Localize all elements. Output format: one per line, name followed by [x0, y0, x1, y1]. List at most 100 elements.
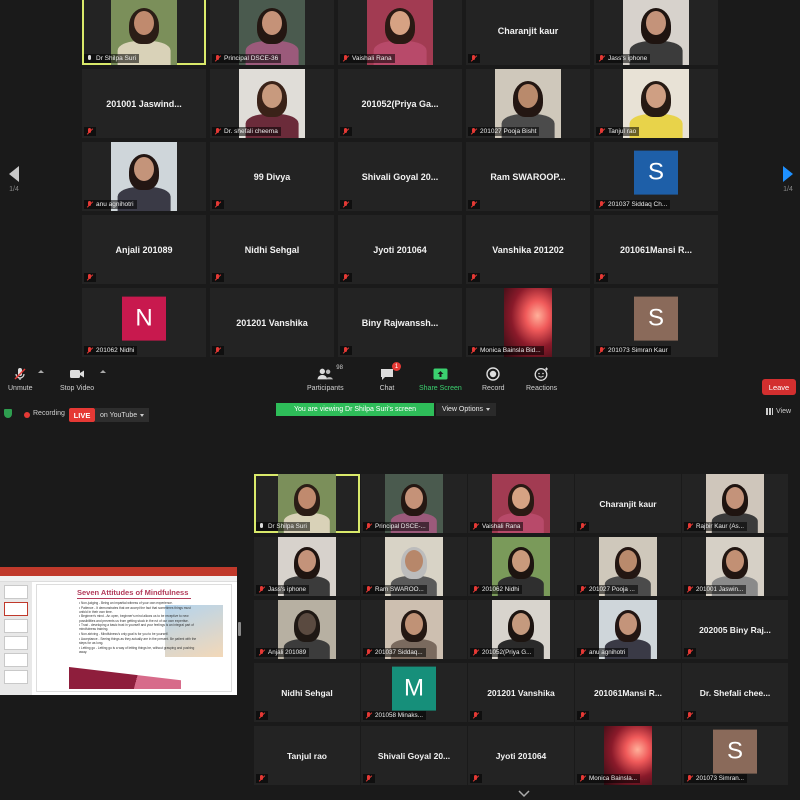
- participant-tile[interactable]: Anjali 201089: [254, 600, 360, 659]
- participant-tile[interactable]: Jass's iphone: [254, 537, 360, 596]
- participant-tile[interactable]: anu agnihotri: [82, 142, 206, 211]
- participant-label: [256, 774, 268, 783]
- participant-tile[interactable]: 201061Mansi R...: [594, 215, 718, 284]
- participant-tile[interactable]: 201062 Nidhi: [468, 537, 574, 596]
- participant-name: 201201 Vanshika: [236, 317, 308, 328]
- participant-tile[interactable]: Monica Bainsla Bid...: [466, 288, 590, 357]
- participant-tile[interactable]: 201027 Pooja ...: [575, 537, 681, 596]
- participant-tile[interactable]: Shivali Goyal 20...: [361, 726, 467, 785]
- participants-label: Participants: [307, 385, 344, 392]
- audio-options-caret-icon[interactable]: [38, 370, 44, 373]
- recording-dot-icon: [24, 412, 30, 418]
- mic-muted-icon: [471, 128, 477, 135]
- participant-label-text: 201027 Pooja ...: [589, 586, 635, 593]
- participant-tile[interactable]: Charanjit kaur: [575, 474, 681, 533]
- participant-tile[interactable]: Ram SWAROO...: [361, 537, 467, 596]
- mic-muted-icon: [687, 586, 693, 593]
- next-page-button[interactable]: 1/4: [778, 166, 798, 200]
- participant-name: Shivali Goyal 20...: [377, 750, 451, 761]
- avatar-letter: S: [713, 729, 757, 774]
- participant-name: Jyoti 201064: [495, 750, 547, 761]
- mic-muted-icon: [599, 347, 605, 354]
- live-destination-dropdown[interactable]: on YouTube: [95, 408, 150, 422]
- participant-tile[interactable]: Dr. shefali cheema: [210, 69, 334, 138]
- participant-tile[interactable]: 201052(Priya G...: [468, 600, 574, 659]
- participant-tile[interactable]: Ram SWAROOP...: [466, 142, 590, 211]
- slide-thumbnail: [4, 602, 28, 616]
- slide-bullet: • Non-striving - Mindfulness's only goal…: [79, 632, 169, 637]
- video-options-caret-icon[interactable]: [100, 370, 106, 373]
- participant-tile[interactable]: Rajbir Kaur (As...: [682, 474, 788, 533]
- participant-tile[interactable]: 201061Mansi R...: [575, 663, 681, 722]
- chevron-left-icon: [9, 166, 19, 182]
- participant-tile[interactable]: 201201 Vanshika: [468, 663, 574, 722]
- reactions-button[interactable]: Reactions: [526, 366, 557, 392]
- participant-tile[interactable]: Jyoti 201064: [468, 726, 574, 785]
- participant-name: 201052(Priya Ga...: [361, 98, 439, 109]
- video-person-face: [298, 487, 316, 509]
- previous-page-button[interactable]: 1/4: [4, 166, 24, 200]
- mic-muted-icon: [473, 586, 479, 593]
- avatar-letter: M: [392, 666, 436, 711]
- participant-label-text: 201037 Siddaq...: [375, 649, 423, 656]
- participant-tile[interactable]: 201001 Jaswin...: [682, 537, 788, 596]
- participant-label-text: 201052(Priya G...: [482, 649, 532, 656]
- participant-tile[interactable]: Principal DSCE-...: [361, 474, 467, 533]
- share-screen-button[interactable]: Share Screen: [419, 366, 462, 392]
- chevron-down-icon[interactable]: [518, 790, 530, 798]
- mic-muted-icon: [215, 55, 221, 62]
- participant-tile[interactable]: Dr. Shefali chee...: [682, 663, 788, 722]
- participant-tile[interactable]: 201052(Priya Ga...: [338, 69, 462, 138]
- participant-tile[interactable]: N 201062 Nidhi: [82, 288, 206, 357]
- view-button[interactable]: View: [766, 408, 791, 415]
- participant-tile[interactable]: 201201 Vanshika: [210, 288, 334, 357]
- participant-tile[interactable]: 201037 Siddaq...: [361, 600, 467, 659]
- mic-muted-icon: [473, 649, 479, 656]
- stop-video-button[interactable]: Stop Video: [60, 366, 94, 392]
- participant-tile[interactable]: Tanjul rao: [594, 69, 718, 138]
- participant-tile[interactable]: 201027 Pooja Bisht: [466, 69, 590, 138]
- participant-tile[interactable]: Vaishali Rana: [468, 474, 574, 533]
- participant-tile[interactable]: Jass's iphone: [594, 0, 718, 65]
- mic-muted-icon: [215, 347, 221, 354]
- view-options-dropdown[interactable]: View Options: [436, 403, 496, 416]
- participant-label: [340, 200, 352, 209]
- participant-tile[interactable]: Dr Shilpa Suri: [254, 474, 360, 533]
- participant-tile[interactable]: Charanjit kaur: [466, 0, 590, 65]
- chat-button[interactable]: 1 Chat: [379, 362, 401, 392]
- video-person-face: [619, 613, 637, 635]
- record-button[interactable]: Record: [482, 366, 505, 392]
- participant-tile[interactable]: 201001 Jaswind...: [82, 69, 206, 138]
- video-person-face: [518, 84, 538, 108]
- participant-tile[interactable]: Nidhi Sehgal: [254, 663, 360, 722]
- participant-tile[interactable]: 202005 Biny Raj...: [682, 600, 788, 659]
- participants-button[interactable]: 98 Participants: [307, 365, 344, 392]
- split-view-resize-handle[interactable]: [238, 622, 241, 636]
- participant-tile[interactable]: Shivali Goyal 20...: [338, 142, 462, 211]
- participant-tile[interactable]: Tanjul rao: [254, 726, 360, 785]
- participant-tile[interactable]: Principal DSCE-36: [210, 0, 334, 65]
- video-person-face: [405, 550, 423, 572]
- participant-tile[interactable]: 99 Divya: [210, 142, 334, 211]
- unmute-button[interactable]: Unmute: [8, 366, 33, 392]
- mic-muted-icon: [12, 366, 28, 382]
- video-person-face: [646, 84, 666, 108]
- participant-tile[interactable]: S 201073 Simran...: [682, 726, 788, 785]
- participant-tile[interactable]: Dr Shilpa Suri: [82, 0, 206, 65]
- participant-tile[interactable]: S 201073 Simran Kaur: [594, 288, 718, 357]
- participant-tile[interactable]: Nidhi Sehgal: [210, 215, 334, 284]
- participant-tile[interactable]: S 201037 Siddaq Ch...: [594, 142, 718, 211]
- security-shield-icon[interactable]: [4, 409, 12, 418]
- participant-tile[interactable]: Jyoti 201064: [338, 215, 462, 284]
- participant-tile[interactable]: Biny Rajwanssh...: [338, 288, 462, 357]
- participant-name: 202005 Biny Raj...: [699, 624, 771, 635]
- participant-tile[interactable]: Vanshika 201202: [466, 215, 590, 284]
- video-person-face: [405, 487, 423, 509]
- stop-video-label: Stop Video: [60, 385, 95, 392]
- participant-tile[interactable]: anu agnihotri: [575, 600, 681, 659]
- participant-tile[interactable]: Monica Bainsla...: [575, 726, 681, 785]
- participant-tile[interactable]: Anjali 201089: [82, 215, 206, 284]
- leave-button[interactable]: Leave: [762, 379, 796, 395]
- participant-tile[interactable]: Vaishali Rana: [338, 0, 462, 65]
- participant-tile[interactable]: M 201058 Minaks...: [361, 663, 467, 722]
